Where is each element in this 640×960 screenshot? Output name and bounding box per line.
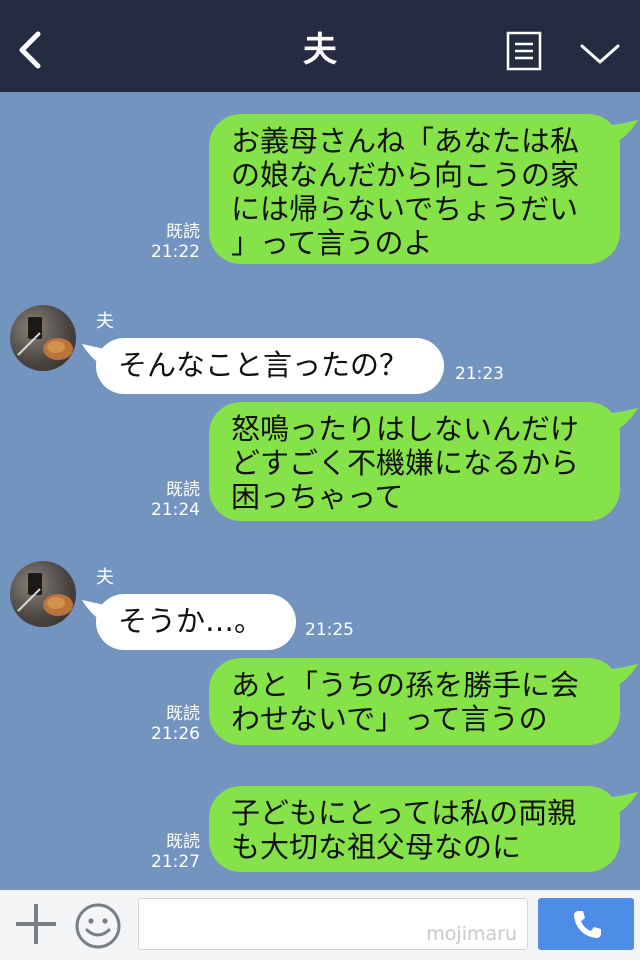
incoming-message-bubble[interactable]: そんなこと言ったの？ <box>96 338 444 394</box>
message-time: 21:23 <box>455 364 504 384</box>
message-time: 21:25 <box>305 620 354 640</box>
message-time: 21:27 <box>151 852 200 872</box>
read-receipt: 既読 <box>166 832 200 852</box>
incoming-message-bubble[interactable]: そうか…。 <box>96 594 296 650</box>
chevron-left-icon[interactable] <box>14 28 48 72</box>
message-meta: 既読 21:24 <box>140 480 200 520</box>
avatar-photo <box>17 573 73 616</box>
bubble-tail <box>82 344 122 372</box>
bubble-tail <box>596 664 638 692</box>
read-receipt: 既読 <box>166 222 200 242</box>
bubble-tail <box>596 408 638 436</box>
watermark: mojimaru <box>426 923 517 945</box>
message-text: 子どもにとっては私の両親 も大切な祖父母なのに <box>231 796 577 864</box>
chat-title: 夫 <box>303 30 337 70</box>
message-meta: 既読 21:22 <box>140 222 200 262</box>
message-text: そんなこと言ったの？ <box>118 348 409 382</box>
message-text: そうか…。 <box>118 604 264 638</box>
bubble-tail <box>82 600 122 628</box>
message-composer: mojimaru <box>0 890 640 960</box>
read-receipt: 既読 <box>166 480 200 500</box>
read-receipt: 既読 <box>166 704 200 724</box>
avatar[interactable] <box>10 305 76 371</box>
avatar-photo <box>17 317 73 360</box>
outgoing-message-bubble[interactable]: あと「うちの孫を勝手に会 わせないで」って言うの <box>209 658 620 745</box>
note-list-icon[interactable] <box>506 31 542 71</box>
phone-icon <box>574 911 601 938</box>
avatar[interactable] <box>10 561 76 627</box>
outgoing-message-bubble[interactable]: 怒鳴ったりはしないんだけ どすごく不機嫌になるから 困っちゃって <box>209 402 620 521</box>
plus-icon[interactable] <box>14 900 58 948</box>
message-text: 怒鳴ったりはしないんだけ どすごく不機嫌になるから 困っちゃって <box>231 412 580 514</box>
message-input[interactable]: mojimaru <box>138 898 528 950</box>
message-list[interactable]: お義母さんね「あなたは私 の娘なんだから向こうの家 には帰らないでちょうだい 」… <box>0 92 640 890</box>
message-meta: 既読 21:27 <box>140 832 200 872</box>
message-text: お義母さんね「あなたは私 の娘なんだから向こうの家 には帰らないでちょうだい 」… <box>231 124 580 260</box>
message-time: 21:22 <box>151 242 200 262</box>
outgoing-message-bubble[interactable]: 子どもにとっては私の両親 も大切な祖父母なのに <box>209 786 620 872</box>
message-time: 21:24 <box>151 500 200 520</box>
chevron-down-icon[interactable] <box>578 36 622 70</box>
outgoing-message-bubble[interactable]: お義母さんね「あなたは私 の娘なんだから向こうの家 には帰らないでちょうだい 」… <box>209 114 620 264</box>
smiley-icon[interactable] <box>74 902 122 950</box>
message-meta: 既読 21:26 <box>140 704 200 744</box>
bubble-tail <box>596 120 638 148</box>
sender-name: 夫 <box>96 567 114 588</box>
call-button[interactable] <box>538 898 634 950</box>
sender-name: 夫 <box>96 311 114 332</box>
message-time: 21:26 <box>151 724 200 744</box>
bubble-tail <box>596 792 638 820</box>
message-text: あと「うちの孫を勝手に会 わせないで」って言うの <box>231 668 580 736</box>
chat-header: 夫 <box>0 0 640 92</box>
